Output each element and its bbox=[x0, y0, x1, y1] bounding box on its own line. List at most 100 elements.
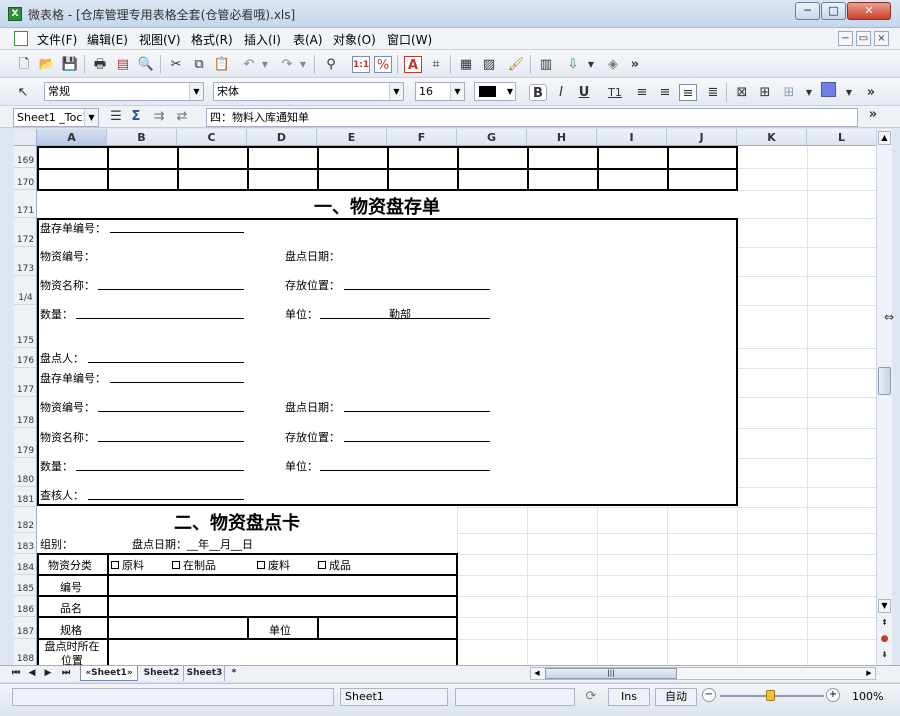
minimize-button[interactable]: ─ bbox=[795, 2, 820, 20]
row-header[interactable]: 186 bbox=[14, 596, 37, 617]
next-page-icon[interactable]: ⇟ bbox=[878, 649, 891, 662]
toolbar-overflow-icon[interactable]: » bbox=[626, 56, 644, 73]
row-header[interactable]: 1/4 bbox=[14, 276, 37, 305]
3d-box-icon[interactable]: ◈ bbox=[604, 56, 622, 73]
menu-view[interactable]: 视图(V) bbox=[139, 31, 181, 48]
open-folder-icon[interactable]: 📂 bbox=[38, 56, 56, 73]
close-button[interactable]: ✕ bbox=[847, 2, 891, 20]
row-header[interactable]: 185 bbox=[14, 575, 37, 596]
checkbox-raw-material[interactable]: 原料 bbox=[111, 557, 144, 573]
crop-icon[interactable]: ⌗ bbox=[427, 56, 445, 73]
chevron-down-icon[interactable]: ▼ bbox=[189, 83, 203, 100]
cell-number-icon[interactable]: 1:1 bbox=[352, 56, 370, 73]
print-icon[interactable]: 🖶 bbox=[91, 56, 109, 73]
doc-restore-button[interactable]: ▭ bbox=[856, 31, 871, 46]
bold-icon[interactable]: B bbox=[529, 84, 547, 101]
chevron-down-icon[interactable]: ▼ bbox=[507, 83, 513, 100]
formula-input[interactable]: 四：物料入库通知单 bbox=[206, 108, 858, 127]
prev-page-icon[interactable]: ⇞ bbox=[878, 617, 891, 630]
row-header[interactable]: 171 bbox=[14, 190, 37, 218]
select-pointer-icon[interactable]: ↖ bbox=[14, 84, 32, 101]
scroll-down-icon[interactable]: ▼ bbox=[878, 599, 891, 613]
row-header[interactable]: 176 bbox=[14, 348, 37, 368]
table-grid-icon[interactable]: ▦ bbox=[457, 56, 475, 73]
find-icon[interactable]: ⚲ bbox=[322, 56, 340, 73]
paste-icon[interactable]: 📋 bbox=[213, 56, 231, 73]
borders-dropdown-icon[interactable]: ▼ bbox=[800, 84, 818, 101]
align-left-icon[interactable]: ≡ bbox=[633, 84, 651, 101]
row-header[interactable]: 181 bbox=[14, 487, 37, 507]
column-header-c[interactable]: C bbox=[177, 129, 247, 146]
insert-text-icon[interactable]: A bbox=[404, 56, 422, 73]
browse-object-icon[interactable]: ● bbox=[878, 633, 891, 646]
chevron-down-icon[interactable]: ▼ bbox=[84, 109, 98, 126]
format-painter-icon[interactable]: 🖌 bbox=[507, 56, 525, 73]
column-header-b[interactable]: B bbox=[107, 129, 177, 146]
doc-minimize-button[interactable]: − bbox=[838, 31, 853, 46]
select-all-corner[interactable] bbox=[14, 129, 37, 146]
formula-overflow-icon[interactable]: » bbox=[864, 106, 882, 123]
menu-format[interactable]: 格式(R) bbox=[191, 31, 233, 48]
chevron-down-icon[interactable]: ▼ bbox=[389, 83, 403, 100]
zoom-in-icon[interactable]: + bbox=[826, 688, 840, 702]
checkbox-scrap[interactable]: 废料 bbox=[257, 557, 290, 573]
name-box[interactable]: Sheet1 _Toc1 ▼ bbox=[13, 108, 99, 127]
menu-window[interactable]: 窗口(W) bbox=[387, 31, 432, 48]
fill-color-swatch[interactable] bbox=[821, 82, 836, 97]
undo-dropdown-icon[interactable]: ▼ bbox=[256, 56, 274, 73]
column-header-i[interactable]: I bbox=[597, 129, 667, 146]
doc-close-button[interactable]: × bbox=[874, 31, 889, 46]
spreadsheet-grid[interactable]: A B C D E F G H I J K L 169 170 171 172 … bbox=[14, 129, 876, 665]
redo-dropdown-icon[interactable]: ▼ bbox=[294, 56, 312, 73]
merge-cells-icon[interactable]: ⊠ bbox=[733, 84, 751, 101]
font-name-combo[interactable]: 宋体 ▼ bbox=[213, 82, 404, 101]
checkbox-icon[interactable] bbox=[318, 561, 326, 569]
zoom-slider-thumb[interactable] bbox=[766, 690, 775, 701]
vertical-scrollbar[interactable]: ▲ ▼ ⇞ ● ⇟ bbox=[876, 129, 892, 665]
download-dropdown-icon[interactable]: ▼ bbox=[582, 56, 600, 73]
menu-table[interactable]: 表(A) bbox=[293, 31, 323, 48]
hatch-fill-icon[interactable]: ▨ bbox=[480, 56, 498, 73]
row-header[interactable]: 179 bbox=[14, 428, 37, 458]
new-document-icon[interactable]: 🗋 bbox=[15, 56, 33, 73]
column-header-h[interactable]: H bbox=[527, 129, 597, 146]
sheet-tab-sheet3[interactable]: Sheet3 bbox=[185, 666, 225, 681]
print-preview-icon[interactable]: 🔍 bbox=[137, 56, 155, 73]
checkbox-icon[interactable] bbox=[257, 561, 265, 569]
column-header-e[interactable]: E bbox=[317, 129, 387, 146]
save-icon[interactable]: 💾 bbox=[61, 56, 79, 73]
last-sheet-icon[interactable]: ⏭ bbox=[58, 666, 74, 681]
column-header-f[interactable]: F bbox=[387, 129, 457, 146]
justify-icon[interactable]: ≣ bbox=[704, 84, 722, 101]
menu-file[interactable]: 文件(F) bbox=[37, 31, 77, 48]
sheet-tab-sheet1[interactable]: «Sheet1» bbox=[80, 666, 138, 681]
row-header[interactable]: 173 bbox=[14, 247, 37, 276]
font-size-combo[interactable]: 16 ▼ bbox=[415, 82, 465, 101]
checkbox-icon[interactable] bbox=[111, 561, 119, 569]
font-color-combo[interactable]: ▼ bbox=[474, 82, 516, 101]
column-header-d[interactable]: D bbox=[247, 129, 317, 146]
underline-icon[interactable]: U bbox=[575, 84, 593, 101]
copy-icon[interactable]: ⧉ bbox=[190, 56, 208, 73]
next-sheet-icon[interactable]: ▶ bbox=[42, 666, 54, 681]
borders-icon[interactable]: ⊞ bbox=[780, 84, 798, 101]
recalc-icon[interactable]: ⟳ bbox=[582, 688, 600, 706]
export-pdf-icon[interactable]: ▤ bbox=[114, 56, 132, 73]
scroll-thumb[interactable] bbox=[878, 367, 891, 395]
add-sheet-tab[interactable]: * bbox=[227, 666, 241, 681]
row-header[interactable]: 184 bbox=[14, 554, 37, 575]
chart-icon[interactable]: ▥ bbox=[537, 56, 555, 73]
sum-icon[interactable]: Σ bbox=[127, 108, 145, 125]
hscroll-thumb[interactable]: ||| bbox=[545, 668, 677, 679]
cut-icon[interactable]: ✂ bbox=[167, 56, 185, 73]
download-icon[interactable]: ⇩ bbox=[564, 56, 582, 73]
autocorrect-icon[interactable]: % bbox=[374, 56, 392, 73]
column-header-g[interactable]: G bbox=[457, 129, 527, 146]
cancel-formula-icon[interactable]: ⇄ bbox=[173, 108, 191, 125]
style-combo[interactable]: 常规 ▼ bbox=[44, 82, 204, 101]
column-header-k[interactable]: K bbox=[737, 129, 807, 146]
sheet-tab-sheet2[interactable]: Sheet2 bbox=[140, 666, 184, 681]
row-header[interactable]: 183 bbox=[14, 533, 37, 554]
status-insert-mode[interactable]: Ins bbox=[608, 688, 650, 706]
checkbox-icon[interactable] bbox=[172, 561, 180, 569]
